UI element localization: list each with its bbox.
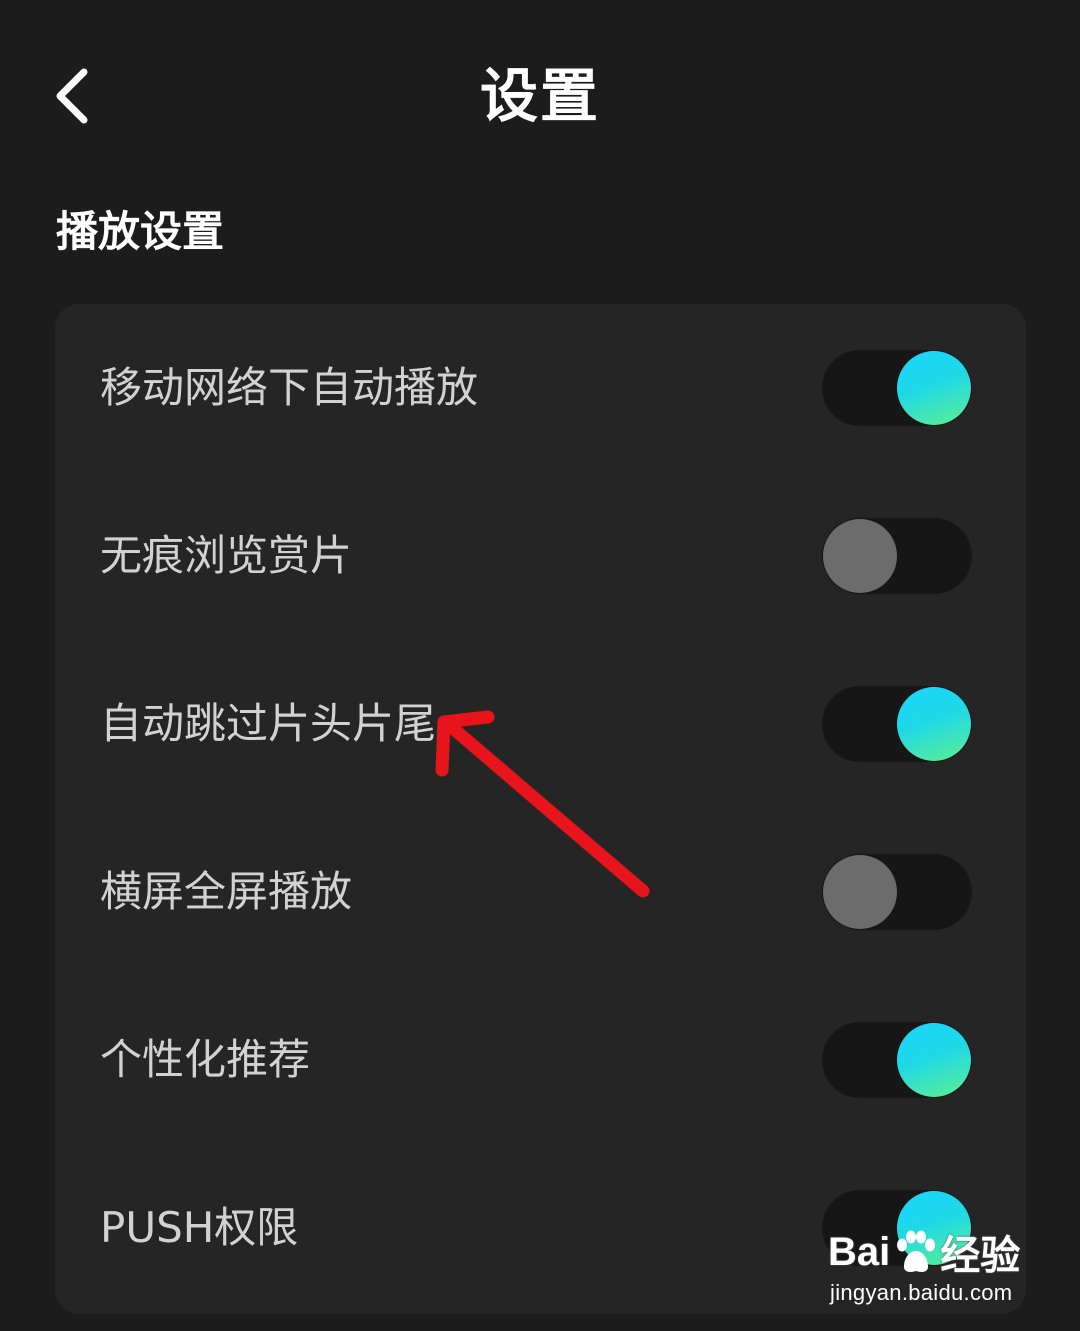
settings-card: 移动网络下自动播放 无痕浏览赏片 自动跳过片头片尾 横屏全屏播放 个性化推荐 P… xyxy=(55,304,1026,1314)
toggle-knob xyxy=(897,687,971,761)
baidu-jingyan-watermark: Bai 经验 jingyan.baidu.com xyxy=(826,1222,1036,1314)
section-title: 播放设置 xyxy=(56,207,225,256)
setting-label: 横屏全屏播放 xyxy=(100,867,353,916)
setting-label: 自动跳过片头片尾 xyxy=(100,699,437,748)
toggle-knob xyxy=(897,1023,971,1097)
toggle-switch[interactable] xyxy=(822,686,972,762)
toggle-knob xyxy=(823,519,897,593)
setting-row-landscape-fullscreen: 横屏全屏播放 xyxy=(55,808,1026,976)
paw-icon xyxy=(897,1230,936,1272)
watermark-url: jingyan.baidu.com xyxy=(830,1280,1013,1305)
setting-row-personalized-recommend: 个性化推荐 xyxy=(55,976,1026,1144)
toggle-switch[interactable] xyxy=(822,854,972,930)
watermark-logo-prefix: Bai xyxy=(828,1229,891,1274)
setting-row-skip-intro-outro: 自动跳过片头片尾 xyxy=(55,640,1026,808)
toggle-switch[interactable] xyxy=(822,518,972,594)
setting-row-incognito: 无痕浏览赏片 xyxy=(55,472,1026,640)
watermark-logo: Bai 经验 xyxy=(828,1226,1021,1279)
setting-label: PUSH权限 xyxy=(100,1203,299,1252)
setting-row-mobile-autoplay: 移动网络下自动播放 xyxy=(55,304,1026,472)
top-bar: 设置 xyxy=(0,0,1080,190)
setting-label: 移动网络下自动播放 xyxy=(100,363,479,412)
toggle-switch[interactable] xyxy=(822,350,972,426)
setting-label: 个性化推荐 xyxy=(100,1035,311,1084)
toggle-knob xyxy=(823,855,897,929)
toggle-knob xyxy=(897,351,971,425)
toggle-switch[interactable] xyxy=(822,1022,972,1098)
watermark-logo-suffix: 经验 xyxy=(940,1234,1021,1278)
setting-label: 无痕浏览赏片 xyxy=(100,531,353,580)
page-title: 设置 xyxy=(479,62,600,130)
